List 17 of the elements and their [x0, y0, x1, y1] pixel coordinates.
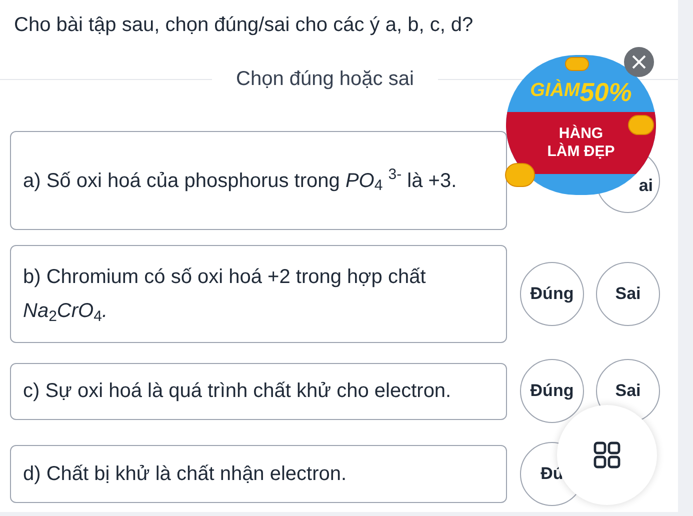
answer-button[interactable]: Đúng	[520, 262, 584, 326]
question-text: Cho bài tập sau, chọn đúng/sai cho các ý a, b, c, d?	[14, 13, 474, 38]
coin-icon	[565, 57, 589, 71]
coin-icon	[505, 163, 535, 187]
statement-text: c) Sự oxi hoá là quá trình chất khử cho electron.	[23, 379, 452, 404]
promo-line: HÀNG	[558, 124, 604, 142]
promo-discount: 50%	[580, 78, 632, 106]
grid-icon	[593, 441, 621, 469]
statement-text: b) Chromium có số oxi hoá +2 trong hợp chất Na$_{2}$CrO$_{4}$.	[23, 265, 427, 327]
close-icon	[631, 54, 647, 70]
section-title: Chọn đúng hoặc sai	[235, 67, 415, 92]
promo-headline: GIÀM	[530, 78, 580, 101]
statement-text: d) Chất bị khử là chất nhận electron.	[23, 462, 347, 487]
answer-button[interactable]: Đúng	[520, 359, 584, 423]
close-button[interactable]	[624, 47, 654, 77]
answer-button[interactable]: Sai	[596, 262, 660, 326]
statement-text: a) Số oxi hoá của phosphorus trong PO$_{4}$ $^{3-}$ là +3.	[23, 165, 457, 196]
